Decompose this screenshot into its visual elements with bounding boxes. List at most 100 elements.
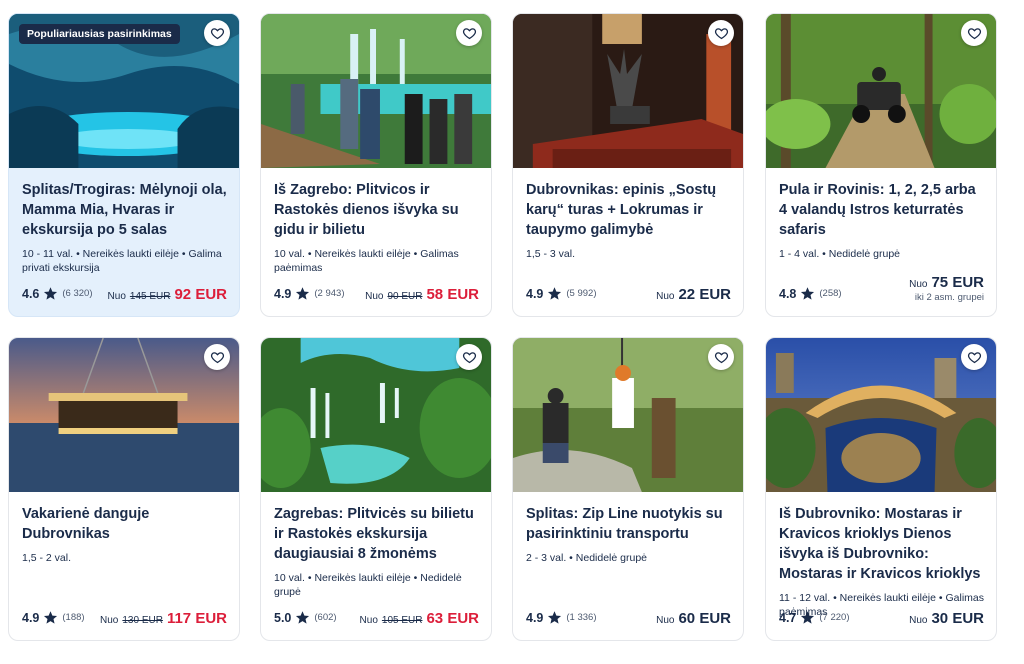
price-prefix: Nuo [656,291,675,302]
activity-meta: 10 val. • Nereikės laukti eilėje • Galim… [274,248,459,274]
price-note: iki 2 asm. grupei [914,292,984,303]
activity-card[interactable]: Iš Zagrebo: Plitvicos ir Rastokės dienos… [260,13,492,317]
activity-photo[interactable] [513,338,743,492]
star-icon [296,287,310,300]
star-icon [801,287,815,300]
activity-grid: Populiariausias pasirinkimas Splitas/Tro… [0,0,1024,664]
wishlist-button[interactable] [456,344,482,370]
review-count: (6 320) [62,288,93,299]
review-count: (258) [819,288,842,299]
activity-card[interactable]: Vakarienė danguje Dubrovnikas 1,5 - 2 va… [8,337,240,641]
price-prefix: Nuo [100,615,119,626]
price: Nuo 30 EUR [909,610,984,627]
price: Nuo 75 EUR [909,274,984,291]
wishlist-button[interactable] [961,344,987,370]
activity-title[interactable]: Dubrovnikas: epinis „Sostų karų“ turas +… [526,180,733,240]
wishlist-button[interactable] [708,344,734,370]
activity-meta: 10 - 11 val. • Nereikės laukti eilėje • … [22,248,222,274]
activity-meta: 1,5 - 3 val. [526,248,576,260]
current-price: 75 EUR [931,274,984,291]
rating: 4.9 (2 943) [274,286,345,301]
activity-photo[interactable] [261,14,491,168]
activity-meta: 1 - 4 val. • Nedidelė grupė [779,248,900,260]
price: Nuo 90 EUR 58 EUR [365,286,479,303]
wishlist-button[interactable] [961,20,987,46]
activity-photo[interactable] [261,338,491,492]
wishlist-button[interactable] [204,20,230,46]
heart-outline-icon [210,27,224,39]
old-price: 90 EUR [387,291,423,302]
rating: 4.9 (5 992) [526,286,597,301]
rating-score: 4.9 [526,286,544,301]
activity-meta: 2 - 3 val. • Nedidelė grupė [526,552,647,564]
wishlist-button[interactable] [708,20,734,46]
activity-title[interactable]: Vakarienė danguje Dubrovnikas [22,504,229,544]
heart-outline-icon [462,27,476,39]
wishlist-button[interactable] [204,344,230,370]
wishlist-button[interactable] [456,20,482,46]
activity-card[interactable]: Dubrovnikas: epinis „Sostų karų“ turas +… [512,13,744,317]
star-icon [801,611,815,624]
rating: 4.8 (258) [779,286,842,301]
heart-outline-icon [210,351,224,363]
heart-outline-icon [967,27,981,39]
activity-photo[interactable] [766,338,996,492]
price: Nuo 145 EUR 92 EUR [108,286,227,303]
price: Nuo 22 EUR [656,286,731,303]
price: Nuo 105 EUR 63 EUR [360,610,479,627]
activity-title[interactable]: Pula ir Rovinis: 1, 2, 2,5 arba 4 valand… [779,180,986,240]
price-prefix: Nuo [107,291,126,302]
review-count: (2 943) [314,288,345,299]
popular-badge: Populiariausias pasirinkimas [19,24,180,44]
activity-card[interactable]: Iš Dubrovniko: Mostaras ir Kravicos krio… [765,337,997,641]
activity-title[interactable]: Splitas: Zip Line nuotykis su pasirinkti… [526,504,733,544]
rating: 4.9 (188) [22,610,85,625]
price: Nuo 130 EUR 117 EUR [100,610,227,627]
heart-outline-icon [714,351,728,363]
activity-card[interactable]: Zagrebas: Plitvicės su bilietu ir Rastok… [260,337,492,641]
activity-title[interactable]: Zagrebas: Plitvicės su bilietu ir Rastok… [274,504,481,564]
price-prefix: Nuo [359,615,378,626]
rating-score: 4.6 [22,286,40,301]
activity-photo[interactable] [513,14,743,168]
rating-score: 5.0 [274,610,292,625]
activity-title[interactable]: Iš Dubrovniko: Mostaras ir Kravicos krio… [779,504,986,584]
price-prefix: Nuo [656,615,675,626]
review-count: (188) [62,612,85,623]
activity-photo[interactable] [9,338,239,492]
activity-card[interactable]: Splitas: Zip Line nuotykis su pasirinkti… [512,337,744,641]
heart-outline-icon [462,351,476,363]
heart-outline-icon [967,351,981,363]
price: Nuo 60 EUR [656,610,731,627]
activity-meta: 10 val. • Nereikės laukti eilėje • Nedid… [274,572,462,598]
old-price: 105 EUR [381,615,423,626]
rating-score: 4.9 [526,610,544,625]
heart-outline-icon [714,27,728,39]
activity-photo[interactable] [766,14,996,168]
activity-title[interactable]: Iš Zagrebo: Plitvicos ir Rastokės dienos… [274,180,481,240]
rating: 5.0 (602) [274,610,337,625]
old-price: 145 EUR [129,291,171,302]
review-count: (5 992) [566,288,597,299]
review-count: (602) [314,612,337,623]
activity-photo[interactable]: Populiariausias pasirinkimas [9,14,239,168]
rating: 4.6 (6 320) [22,286,93,301]
star-icon [44,287,58,300]
current-price: 60 EUR [678,610,731,627]
rating-score: 4.8 [779,286,797,301]
current-price: 22 EUR [678,286,731,303]
activity-title[interactable]: Splitas/Trogiras: Mėlynoji ola, Mamma Mi… [22,180,229,240]
price-prefix: Nuo [909,279,928,290]
current-price: 92 EUR [174,286,227,303]
old-price: 130 EUR [122,615,163,626]
star-icon [44,611,58,624]
price-prefix: Nuo [909,615,928,626]
current-price: 63 EUR [426,610,479,627]
rating-score: 4.9 [22,610,40,625]
activity-card[interactable]: Pula ir Rovinis: 1, 2, 2,5 arba 4 valand… [765,13,997,317]
activity-card[interactable]: Populiariausias pasirinkimas Splitas/Tro… [8,13,240,317]
star-icon [296,611,310,624]
rating: 4.9 (1 336) [526,610,597,625]
star-icon [548,287,562,300]
price-prefix: Nuo [365,291,384,302]
